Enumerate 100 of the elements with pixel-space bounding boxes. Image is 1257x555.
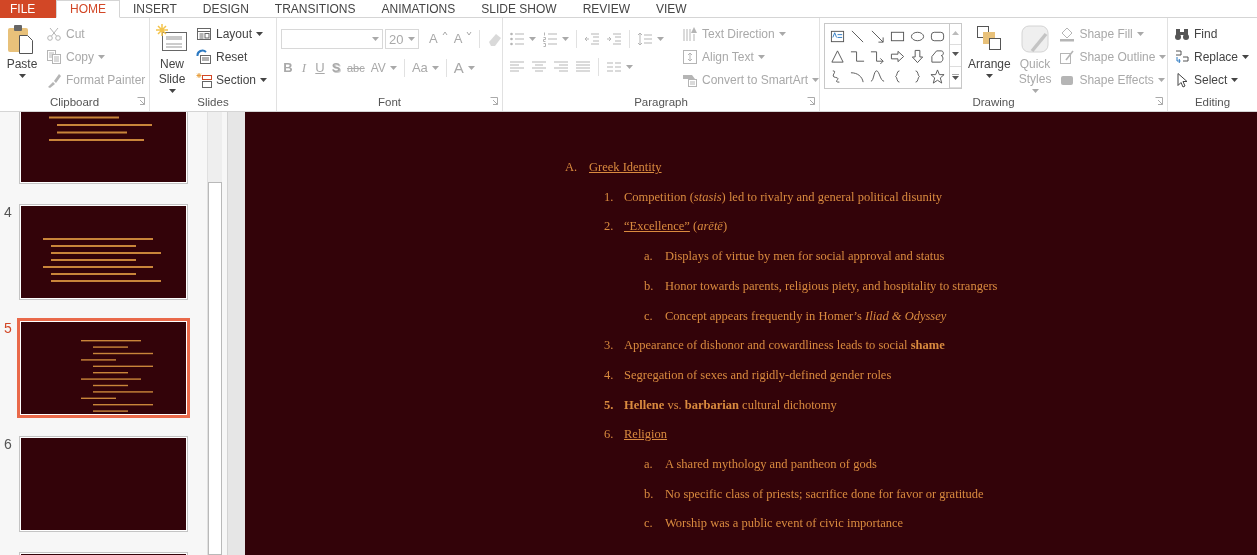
eraser-icon xyxy=(487,31,504,47)
ribbon-tab[interactable]: INSERT xyxy=(120,0,190,18)
reset-icon xyxy=(196,48,212,65)
list-item-text: No specific class of priests; sacrifice done for favor or gratitude xyxy=(665,485,984,503)
elbow-connector-icon xyxy=(849,48,865,64)
group-label: Drawing xyxy=(972,96,1015,108)
slide-number: 5 xyxy=(4,320,13,336)
more-icon xyxy=(952,73,959,80)
group-label: Editing xyxy=(1194,96,1231,108)
scissors-icon xyxy=(46,25,62,42)
ribbon-tab[interactable]: SLIDE SHOW xyxy=(468,0,570,18)
paintbrush-icon xyxy=(46,71,62,88)
increase-indent-icon xyxy=(606,30,622,47)
section-button[interactable]: Section xyxy=(194,70,270,89)
list-item-text: Greek Identity xyxy=(589,159,662,176)
align-text-icon xyxy=(682,48,698,65)
list-item-text: Segregation of sexes and rigidly-defined gender roles xyxy=(624,366,892,384)
group-label: Paragraph xyxy=(634,96,688,108)
align-right-icon xyxy=(553,58,569,75)
dialog-launcher-icon[interactable] xyxy=(137,97,145,105)
list-item-text: Competition (stasis) led to rivalry and general political disunity xyxy=(624,188,943,206)
caret-icon xyxy=(408,37,415,41)
list-marker: a. xyxy=(644,248,654,266)
scrollbar-thumb[interactable] xyxy=(208,182,222,555)
list-marker: b. xyxy=(644,277,655,295)
layout-icon xyxy=(196,25,212,42)
list-item-text: Concept appears frequently in Homer’s Iliad & Odyssey xyxy=(665,307,947,325)
bullets-icon xyxy=(509,30,525,47)
list-marker: 5. xyxy=(604,396,615,414)
replace-icon xyxy=(1174,48,1190,65)
cursor-icon xyxy=(1174,71,1190,88)
group-label: Slides xyxy=(197,96,229,108)
arrow-icon xyxy=(869,28,885,44)
dialog-launcher-icon[interactable] xyxy=(807,97,815,105)
section-icon xyxy=(196,71,212,88)
select-button[interactable]: Select xyxy=(1172,70,1252,89)
caret-icon xyxy=(372,37,379,41)
text-box-icon xyxy=(829,28,845,44)
ribbon-tab[interactable]: ANIMATIONS xyxy=(368,0,469,18)
ribbon-tab[interactable]: DESIGN xyxy=(189,0,262,18)
list-item-text: A shared mythology and pantheon of gods xyxy=(665,456,877,474)
list-marker: b. xyxy=(644,485,655,503)
list-item-text: Honor towards parents, religious piety, and hospitality to strangers xyxy=(665,277,998,295)
layout-button[interactable]: Layout xyxy=(194,24,270,43)
ribbon-tab[interactable]: VIEW xyxy=(642,0,700,18)
elbow-arrow-icon xyxy=(869,48,885,64)
curve-icon xyxy=(869,68,885,84)
list-marker: c. xyxy=(644,307,654,325)
replace-button[interactable]: Replace xyxy=(1172,47,1252,66)
list-item-text: Worship was a public event of civic importance xyxy=(665,515,904,533)
ribbon-tab[interactable]: TRANSITIONS xyxy=(261,0,369,18)
ribbon-tab[interactable]: REVIEW xyxy=(569,0,643,18)
arrange-button[interactable]: Arrange xyxy=(966,21,1013,78)
list-item-text: “Excellence” (arētē) xyxy=(624,218,728,236)
list-marker: 2. xyxy=(604,218,615,236)
list-marker: 4. xyxy=(604,366,615,384)
list-marker: c. xyxy=(644,515,654,533)
shape-icon xyxy=(929,48,945,64)
slide-thumbnail[interactable] xyxy=(19,112,188,184)
numbering-icon xyxy=(542,30,558,47)
slide-number: 4 xyxy=(4,204,13,220)
copy-icon xyxy=(46,48,62,65)
decrease-indent-icon xyxy=(584,30,600,47)
text-direction-icon xyxy=(682,25,698,42)
star-icon xyxy=(929,68,945,84)
ribbon-tab[interactable]: HOME xyxy=(56,0,120,18)
down-caret-icon xyxy=(466,30,473,36)
paint-bucket-icon xyxy=(1059,25,1076,42)
up-caret-icon xyxy=(441,30,448,36)
align-center-icon xyxy=(531,58,547,75)
list-marker: a. xyxy=(644,456,654,474)
find-button[interactable]: Find xyxy=(1172,24,1252,43)
slide-thumbnail[interactable] xyxy=(19,204,188,300)
line-spacing-icon xyxy=(637,30,653,47)
quick-styles-icon xyxy=(1019,23,1052,55)
list-item-text: Displays of virtue by men for social approval and status xyxy=(665,248,945,266)
reset-button[interactable]: Reset xyxy=(194,47,270,66)
list-marker: A. xyxy=(565,159,579,176)
line-icon xyxy=(849,28,865,44)
file-tab[interactable]: FILE xyxy=(0,0,56,18)
list-item-text: Appearance of dishonor and cowardliness leads to social shame xyxy=(624,337,945,355)
justify-icon xyxy=(575,58,591,75)
slide-thumbnail[interactable] xyxy=(17,318,190,418)
paste-button[interactable]: Paste xyxy=(4,21,40,78)
dialog-launcher-icon[interactable] xyxy=(490,97,498,105)
align-left-icon xyxy=(509,58,525,75)
scroll-up-icon xyxy=(952,31,959,38)
list-marker: 3. xyxy=(604,337,615,355)
scroll-down-icon xyxy=(952,52,959,59)
slide-thumbnail[interactable] xyxy=(19,436,188,532)
list-marker: 1. xyxy=(604,188,615,206)
list-marker: 6. xyxy=(604,426,615,444)
triangle-icon xyxy=(829,48,845,64)
right-arrow-icon xyxy=(889,48,905,64)
slide-number: 6 xyxy=(4,436,13,452)
new-slide-button[interactable]: New Slide xyxy=(154,21,190,93)
list-item-text: Religion xyxy=(624,426,668,444)
group-label: Clipboard xyxy=(49,96,100,108)
dialog-launcher-icon[interactable] xyxy=(1155,97,1163,105)
list-item-text: Hellene vs. barbarian cultural dichotomy xyxy=(624,396,837,414)
